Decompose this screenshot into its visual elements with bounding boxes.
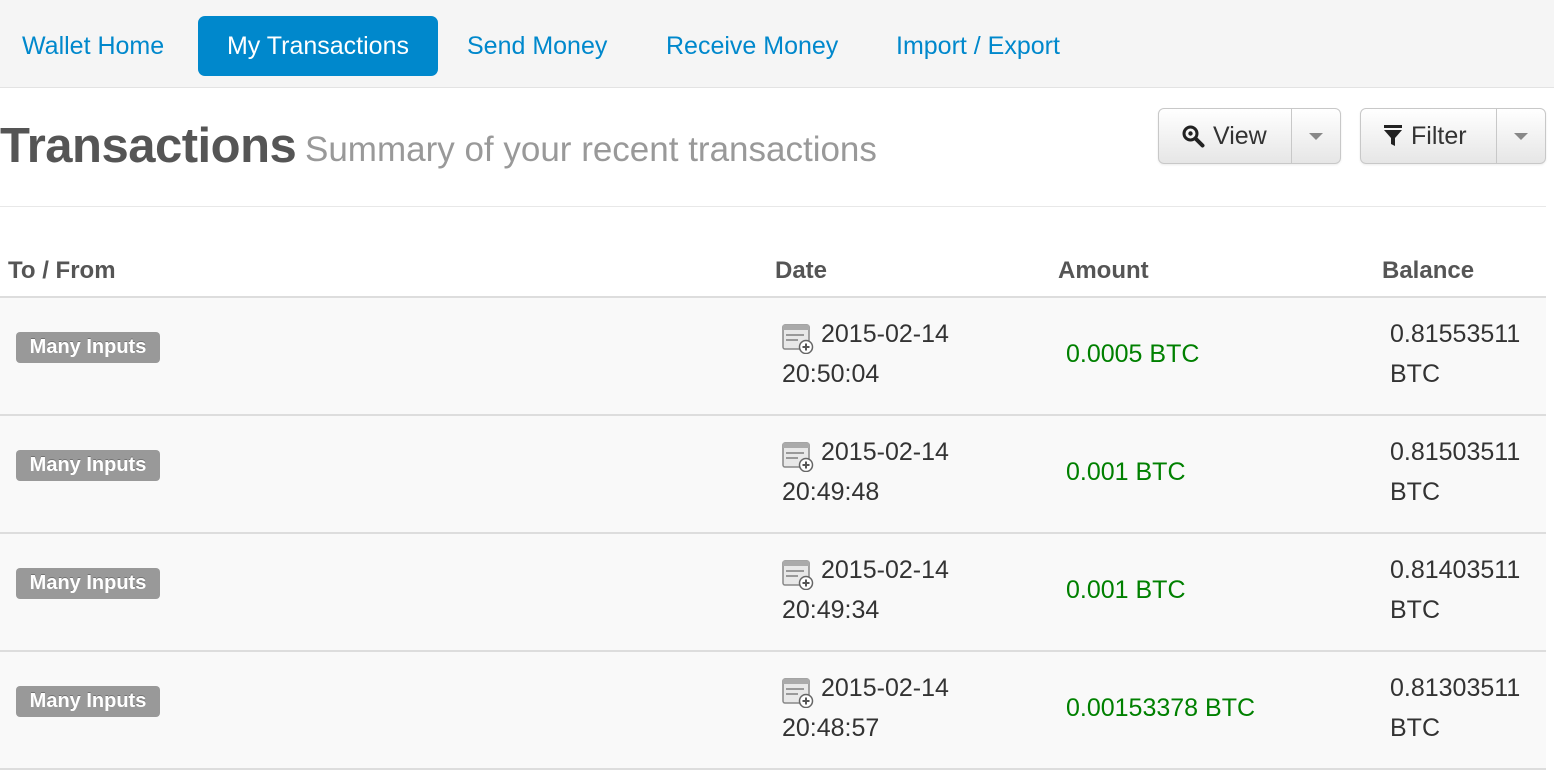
transaction-date: 2015-02-14 [821, 320, 949, 348]
column-header-amount[interactable]: Amount [1058, 257, 1149, 285]
caret-down-icon [1309, 132, 1323, 140]
transaction-time: 20:49:34 [782, 596, 880, 624]
tab-wallet-home[interactable]: Wallet Home [22, 16, 164, 76]
balance-value: 0.81553511 [1390, 320, 1521, 348]
transaction-time: 20:49:48 [782, 478, 880, 506]
balance-unit: BTC [1390, 714, 1440, 742]
transaction-time: 20:48:57 [782, 714, 880, 742]
table-row[interactable]: Many Inputs 2015-02-14 20:49:48 0.001 BT… [0, 416, 1546, 534]
to-from-badge[interactable]: Many Inputs [16, 450, 160, 481]
table-row[interactable]: Many Inputs 2015-02-14 20:48:57 0.001533… [0, 652, 1546, 770]
transaction-amount: 0.0005 BTC [1066, 340, 1200, 368]
view-button-label: View [1213, 121, 1267, 150]
to-from-badge[interactable]: Many Inputs [16, 686, 160, 717]
filter-button-label: Filter [1411, 121, 1467, 150]
to-from-badge[interactable]: Many Inputs [16, 568, 160, 599]
tab-receive-money[interactable]: Receive Money [666, 16, 838, 76]
transaction-amount: 0.001 BTC [1066, 458, 1186, 486]
funnel-icon [1384, 125, 1402, 146]
transaction-details-icon[interactable] [782, 442, 814, 472]
tab-send-money[interactable]: Send Money [467, 16, 607, 76]
column-header-date[interactable]: Date [775, 257, 827, 285]
view-dropdown-toggle[interactable] [1291, 109, 1340, 163]
page-subtitle: Summary of your recent transactions [305, 130, 877, 169]
table-row[interactable]: Many Inputs 2015-02-14 20:50:04 0.0005 B… [0, 298, 1546, 416]
transaction-details-icon[interactable] [782, 678, 814, 708]
to-from-badge[interactable]: Many Inputs [16, 332, 160, 363]
top-nav: Wallet Home My Transactions Send Money R… [0, 0, 1554, 88]
transaction-amount: 0.001 BTC [1066, 576, 1186, 604]
filter-button-group: Filter [1360, 108, 1546, 164]
table-row[interactable]: Many Inputs 2015-02-14 20:49:34 0.001 BT… [0, 534, 1546, 652]
transaction-date: 2015-02-14 [821, 438, 949, 466]
transaction-date: 2015-02-14 [821, 556, 949, 584]
transaction-time: 20:50:04 [782, 360, 880, 388]
transaction-amount: 0.00153378 BTC [1066, 694, 1256, 722]
balance-value: 0.81403511 [1390, 556, 1521, 584]
column-header-to-from[interactable]: To / From [8, 257, 116, 285]
transaction-details-icon[interactable] [782, 324, 814, 354]
heading-divider [0, 206, 1546, 207]
tab-import-export[interactable]: Import / Export [896, 16, 1060, 76]
transaction-date: 2015-02-14 [821, 674, 949, 702]
balance-unit: BTC [1390, 478, 1440, 506]
view-button-group: View [1158, 108, 1341, 164]
balance-unit: BTC [1390, 360, 1440, 388]
balance-unit: BTC [1390, 596, 1440, 624]
caret-down-icon [1514, 132, 1528, 140]
filter-dropdown-toggle[interactable] [1496, 109, 1545, 163]
page-title: Transactions [0, 119, 297, 173]
transaction-details-icon[interactable] [782, 560, 814, 590]
column-header-balance[interactable]: Balance [1382, 257, 1474, 285]
filter-button[interactable]: Filter [1361, 109, 1496, 163]
balance-value: 0.81303511 [1390, 674, 1521, 702]
balance-value: 0.81503511 [1390, 438, 1521, 466]
view-button[interactable]: View [1159, 109, 1291, 163]
tab-my-transactions[interactable]: My Transactions [198, 16, 438, 76]
magnifier-icon [1182, 125, 1205, 148]
